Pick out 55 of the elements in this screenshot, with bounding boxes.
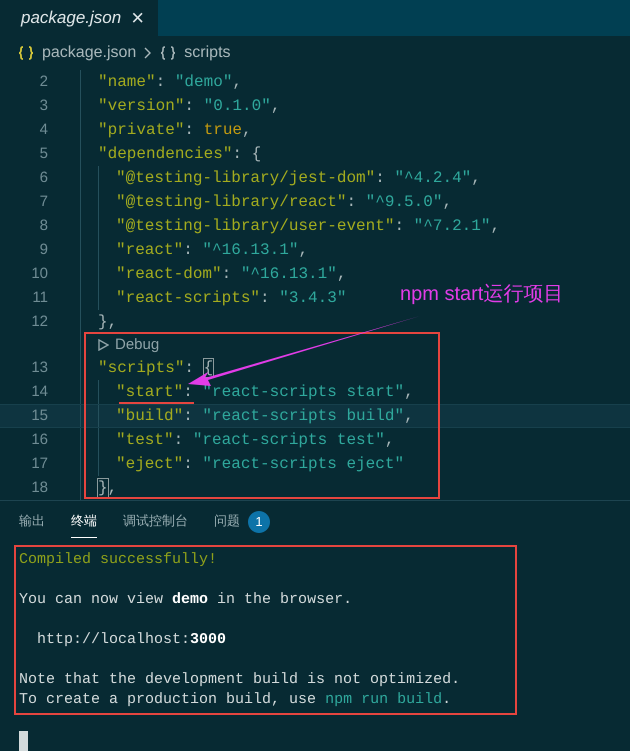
code-line: "react": "^16.13.1", bbox=[116, 241, 308, 259]
code-line: "@testing-library/react": "^9.5.0", bbox=[116, 193, 452, 211]
line-number: 18 bbox=[30, 478, 48, 498]
code-line: "eject": "react-scripts eject" bbox=[116, 455, 404, 473]
line-number: 9 bbox=[38, 240, 48, 260]
line-number: 17 bbox=[30, 454, 48, 474]
panel-tab[interactable]: 终端 bbox=[71, 505, 97, 538]
code-line: "test": "react-scripts test", bbox=[116, 431, 394, 449]
terminal-line: http://localhost:3000 bbox=[36, 630, 228, 650]
breadcrumb-item[interactable]: scripts bbox=[184, 41, 231, 65]
panel-tab[interactable]: 调试控制台 bbox=[123, 505, 188, 538]
line-number: 7 bbox=[38, 192, 48, 212]
terminal-line: To create a production build, use npm run build. bbox=[19, 690, 452, 710]
code-line: "@testing-library/jest-dom": "^4.2.4", bbox=[116, 169, 481, 187]
code-line: }, bbox=[98, 479, 118, 497]
code-line: "react-dom": "^16.13.1", bbox=[116, 265, 346, 283]
code-line: "build": "react-scripts build", bbox=[116, 407, 414, 425]
code-line: "name": "demo", bbox=[98, 73, 242, 91]
code-line: "start": "react-scripts start", bbox=[116, 383, 414, 401]
breadcrumb-item[interactable]: package.json bbox=[42, 41, 136, 65]
line-number: 8 bbox=[38, 216, 48, 236]
code-line: "private": true, bbox=[98, 121, 252, 139]
count-badge: 1 bbox=[248, 510, 270, 532]
code-line: "react-scripts": "3.4.3" bbox=[116, 289, 346, 307]
code-line: "dependencies": { bbox=[98, 145, 262, 163]
play-icon bbox=[98, 339, 109, 351]
line-number: 13 bbox=[30, 358, 48, 378]
line-number: 3 bbox=[38, 96, 48, 116]
annotation-text: npm start运行项目 bbox=[400, 282, 564, 307]
editor-tab[interactable]: package.json × bbox=[0, 0, 158, 36]
line-number: 14 bbox=[30, 382, 48, 402]
braces-icon bbox=[18, 46, 34, 60]
terminal-line: Note that the development build is not optimized. bbox=[19, 670, 462, 690]
terminal-cursor bbox=[19, 731, 28, 751]
panel-tab[interactable]: 问题 bbox=[214, 505, 240, 538]
line-number: 5 bbox=[38, 144, 48, 164]
line-number: 6 bbox=[38, 168, 48, 188]
line-number: 12 bbox=[30, 312, 48, 332]
code-line: "@testing-library/user-event": "^7.2.1", bbox=[116, 217, 500, 235]
code-line: "scripts": { bbox=[98, 359, 214, 377]
line-number: 4 bbox=[38, 120, 48, 140]
chevron-icon bbox=[144, 47, 152, 59]
terminal-line: You can now view demo in the browser. bbox=[19, 590, 354, 610]
close-button[interactable]: × bbox=[131, 7, 144, 29]
code-line: "version": "0.1.0", bbox=[98, 97, 280, 115]
braces-icon bbox=[160, 46, 176, 60]
line-number: 10 bbox=[30, 264, 48, 284]
line-number: 11 bbox=[31, 288, 48, 308]
line-number: 15 bbox=[30, 406, 48, 426]
panel-tab[interactable]: 输出 bbox=[19, 505, 45, 538]
code-line: }, bbox=[98, 313, 118, 331]
terminal-line: Compiled successfully! bbox=[19, 550, 218, 570]
codelens-link[interactable]: Debug bbox=[98, 334, 160, 356]
line-number: 16 bbox=[30, 430, 48, 450]
line-number: 2 bbox=[38, 72, 48, 92]
